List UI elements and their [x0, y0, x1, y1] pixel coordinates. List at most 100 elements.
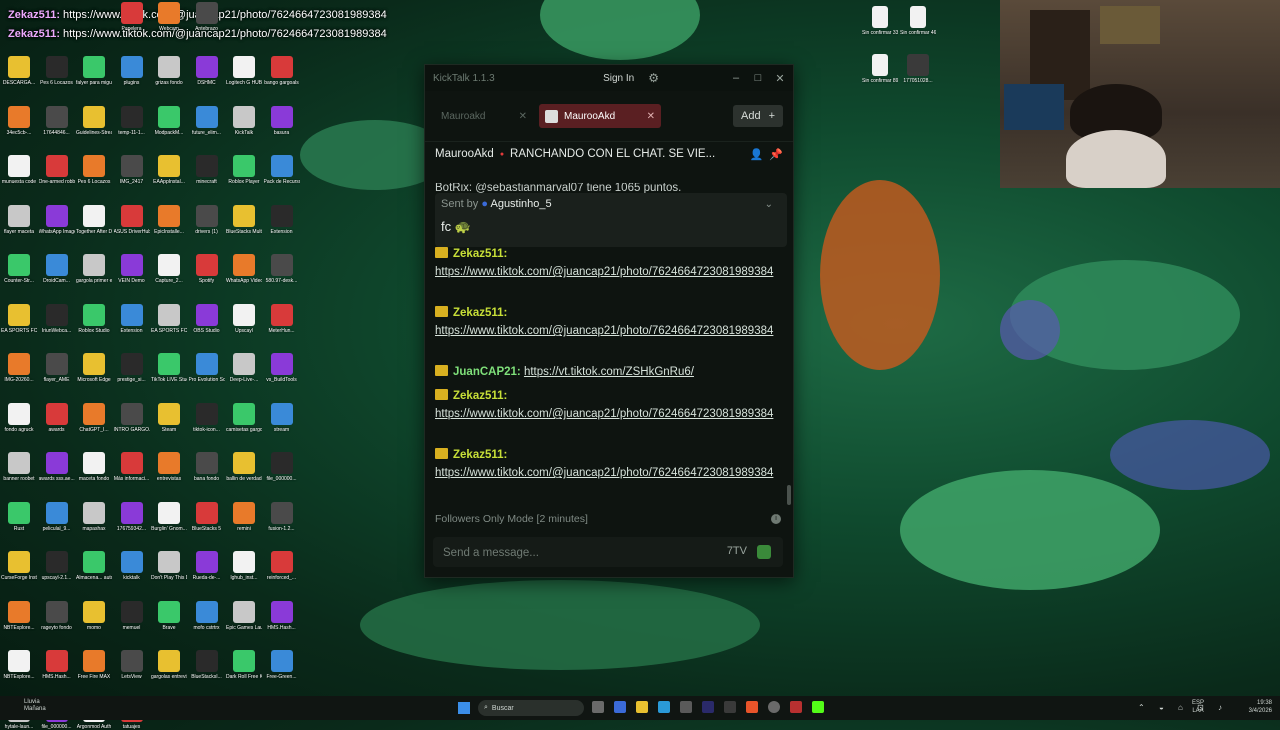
desktop-icon[interactable]: Antebrazo	[189, 2, 225, 32]
desktop-icon[interactable]: WhatsApp Video 2025	[226, 254, 262, 284]
message-link[interactable]: https://www.tiktok.com/@juancap21/photo/…	[435, 266, 773, 278]
desktop-icon[interactable]: fusion-1.2...	[264, 501, 300, 532]
message-input[interactable]	[441, 543, 705, 563]
desktop-icon[interactable]: awards sss.ae...	[39, 452, 75, 482]
desktop-icon[interactable]: memuel	[114, 600, 150, 631]
windows-start-icon[interactable]	[458, 702, 470, 714]
message-link[interactable]: https://www.tiktok.com/@juancap21/photo/…	[435, 325, 773, 337]
desktop-icon[interactable]: DSHMC	[189, 56, 225, 86]
desktop-icon[interactable]: 17644846...	[39, 105, 75, 136]
desktop-icon[interactable]: remini	[226, 501, 262, 532]
desktop-icon[interactable]: ballin de verdad	[226, 452, 262, 482]
desktop-icon[interactable]: kicktalk	[114, 551, 150, 581]
desktop-icon[interactable]: Pack de Recursos	[264, 155, 300, 185]
desktop-icon[interactable]: EA SPORTS FC 26	[151, 303, 187, 334]
desktop-icon[interactable]: Microsoft Edge	[76, 353, 112, 383]
taskbar-search[interactable]: ⌕ Buscar	[478, 700, 584, 716]
desktop-icon[interactable]: fondo agruck	[1, 402, 37, 433]
desktop-icon[interactable]: LetsView	[114, 650, 150, 680]
desktop-icon[interactable]: Rueda-de-...	[189, 551, 225, 581]
desktop-icon[interactable]: basura	[264, 105, 300, 136]
desktop-icon[interactable]: Pro Evolution Soccer 6	[189, 353, 225, 383]
close-tab-icon[interactable]: ✕	[519, 111, 527, 122]
desktop-icon[interactable]: bango gargoals	[264, 56, 300, 86]
app-icon[interactable]	[702, 701, 714, 713]
language-indicator[interactable]: ESP LAA	[1192, 699, 1204, 715]
message-link[interactable]: https://www.tiktok.com/@juancap21/photo/…	[435, 467, 773, 479]
desktop-icon[interactable]: Free-Green...	[264, 650, 300, 680]
desktop-icon[interactable]: Steam	[151, 402, 187, 433]
add-channel-button[interactable]: Add +	[732, 105, 783, 127]
desktop-icon[interactable]: lghub_inst...	[226, 551, 262, 581]
desktop-icon[interactable]: ASUS DriverHub	[114, 204, 150, 235]
info-icon[interactable]: i	[771, 514, 781, 524]
weather-widget[interactable]: Lluvia Mañana	[24, 699, 46, 713]
desktop-icon[interactable]: Logitech G HUB	[226, 56, 262, 86]
desktop-icon[interactable]: Guidelines-Streams	[76, 105, 112, 136]
desktop-icon[interactable]: Deep-Live-...	[226, 353, 262, 383]
desktop-icon[interactable]: IMG_2417	[114, 155, 150, 185]
clock[interactable]: 19:38 3/4/2026	[1249, 699, 1272, 715]
desktop-icon[interactable]: Roblox Studio	[76, 303, 112, 334]
desktop-file-icon[interactable]: Sin confirmar 338672.crdl...	[862, 6, 898, 36]
desktop-icon[interactable]: camisetas gargolas	[226, 402, 262, 433]
desktop-icon[interactable]: BlueStacks 5	[189, 501, 225, 532]
desktop-icon[interactable]: BlueStacksI...	[189, 650, 225, 680]
desktop-icon[interactable]: VEIN Demo	[114, 254, 150, 284]
desktop-icon[interactable]: stream	[264, 402, 300, 433]
edge-icon[interactable]	[658, 701, 670, 713]
desktop-icon[interactable]: grizas fondo	[151, 56, 187, 86]
desktop-icon[interactable]: Pes 6 Locazos	[39, 56, 75, 86]
desktop-icon[interactable]: Webcam	[151, 2, 187, 32]
desktop-file-icon[interactable]: 177051028...	[900, 54, 936, 84]
desktop-icon[interactable]: peliculal_9...	[39, 501, 75, 532]
desktop-icon[interactable]: KickTalk	[226, 105, 262, 136]
app-icon[interactable]	[724, 701, 736, 713]
desktop-icon[interactable]: TikTok LIVE Studio	[151, 353, 187, 383]
desktop-icon[interactable]: OBS Studio	[189, 303, 225, 334]
desktop-icon[interactable]: Pes 6 Locazos	[76, 155, 112, 185]
tab-maurooakd[interactable]: MaurooAkd ✕	[539, 104, 661, 128]
desktop-icon[interactable]: NBTExplore...	[1, 600, 37, 631]
desktop-icon[interactable]: 34ec5cb-...	[1, 105, 37, 136]
desktop-icon[interactable]: Free Fire MAX	[76, 650, 112, 680]
desktop-icon[interactable]: entrevistas	[151, 452, 187, 482]
pinned-message[interactable]: Sent by ● Agustinho_5 fc 🐢 ⌄	[435, 193, 787, 247]
desktop-icon[interactable]: upscayl-2.1...	[39, 551, 75, 581]
desktop-icon[interactable]: Roblox Player	[226, 155, 262, 185]
desktop-icon[interactable]: DESCARGA...	[1, 56, 37, 86]
desktop-icon[interactable]: Almacena... automatic...	[76, 551, 112, 581]
desktop-icon[interactable]: Extension	[264, 204, 300, 235]
desktop-icon[interactable]: HMS.Hash...	[264, 600, 300, 631]
desktop-icon[interactable]: HMS.Hash...	[39, 650, 75, 680]
desktop-icon[interactable]: Counter-Str...	[1, 254, 37, 284]
desktop-icon[interactable]: falyer para miguel	[76, 56, 112, 86]
brave-icon[interactable]	[746, 701, 758, 713]
minimize-button[interactable]: –	[731, 72, 741, 84]
desktop-icon[interactable]: Capture_2...	[151, 254, 187, 284]
desktop-icon[interactable]: rageyto fondo	[39, 600, 75, 631]
tab-mauroakd[interactable]: Mauroakd ✕	[435, 104, 533, 128]
desktop-icon[interactable]: Rust	[1, 501, 37, 532]
app-icon[interactable]	[614, 701, 626, 713]
file-explorer-icon[interactable]	[636, 701, 648, 713]
desktop-icon[interactable]: bana fondo	[189, 452, 225, 482]
desktop-icon[interactable]: maceta fondo	[76, 452, 112, 482]
desktop-icon[interactable]: minecraft	[189, 155, 225, 185]
desktop-icon[interactable]: flayer maceta	[1, 204, 37, 235]
app-icon[interactable]	[680, 701, 692, 713]
desktop-icon[interactable]: BlueStacks Multi-Insta...	[226, 204, 262, 235]
desktop-icon[interactable]: Dark Roll Free Kic...	[226, 650, 262, 680]
task-view-icon[interactable]	[592, 701, 604, 713]
desktop-file-icon[interactable]: Sin confirmar 894333.crd...	[862, 54, 898, 84]
desktop-icon[interactable]: ChatGPT_I...	[76, 402, 112, 433]
desktop-icon[interactable]: Brave	[151, 600, 187, 631]
system-tray-icons[interactable]: ⌃ ◒ ⌂ ⊡ ♪	[1138, 703, 1228, 712]
kick-emote-icon[interactable]	[757, 545, 771, 559]
desktop-icon[interactable]: Extension	[114, 303, 150, 334]
desktop-icon[interactable]: Papelera	[114, 2, 150, 32]
desktop-icon[interactable]: Burglin' Gnom...	[151, 501, 187, 532]
chat-scrollbar[interactable]	[787, 485, 791, 505]
desktop-icon[interactable]: awards	[39, 402, 75, 433]
desktop-icon[interactable]: Epic Games Launcher	[226, 600, 262, 631]
